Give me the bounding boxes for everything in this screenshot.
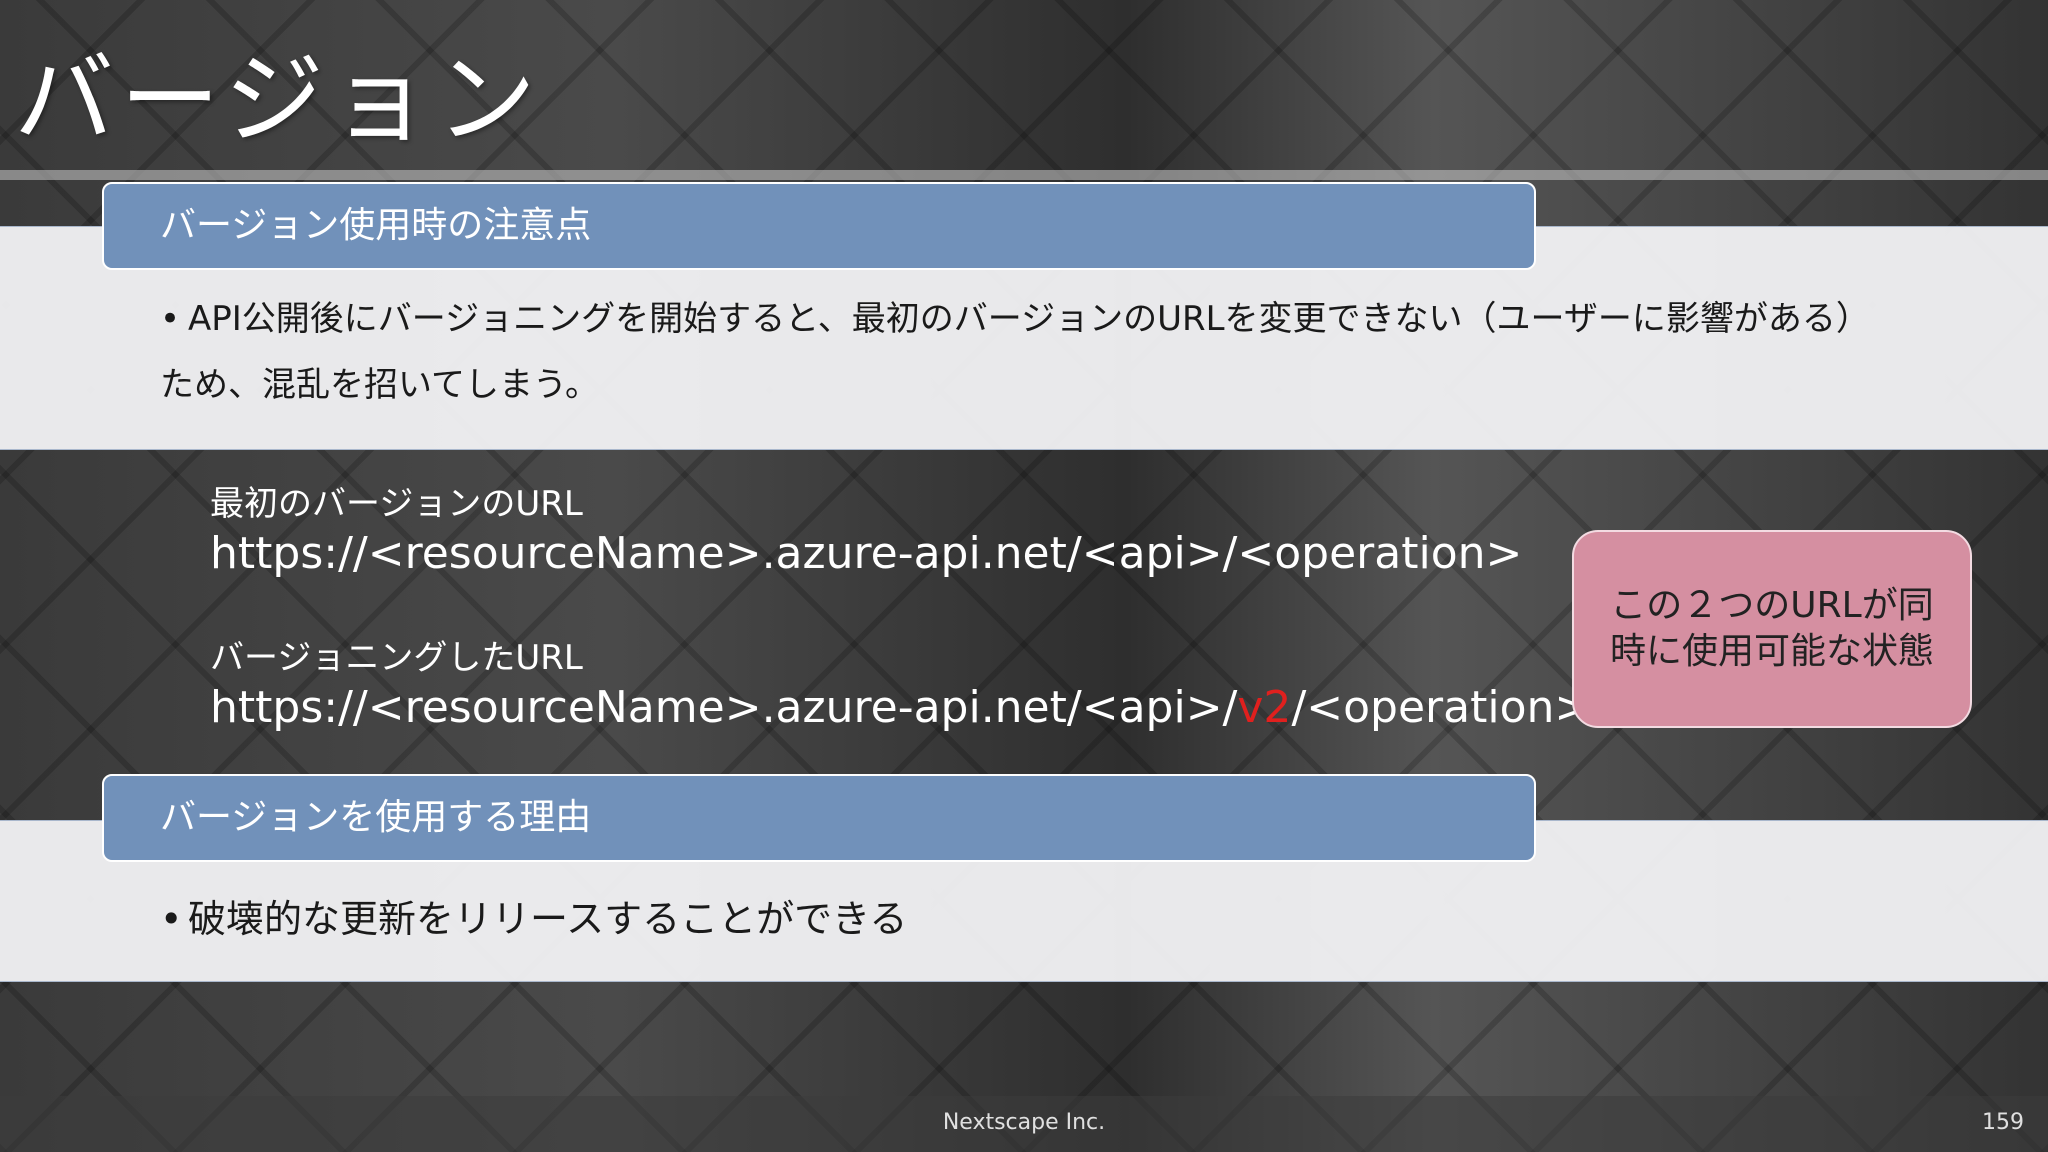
first-url-label: 最初のバージョンのURL <box>210 484 583 524</box>
slide-title: バージョン <box>14 41 542 158</box>
versioned-url-prefix: https://<resourceName>.azure-api.net/<ap… <box>210 682 1238 733</box>
reason-bullet: • 破壊的な更新をリリースすることができる <box>160 886 1900 952</box>
section-header-caution: バージョン使用時の注意点 <box>102 182 1536 270</box>
callout-text: この２つのURLが同時に使用可能な状態 <box>1609 585 1934 672</box>
first-url: https://<resourceName>.azure-api.net/<ap… <box>210 528 1523 579</box>
version-segment: v2 <box>1237 682 1292 733</box>
title-divider <box>0 170 2048 180</box>
caution-bullet: • API公開後にバージョニングを開始すると、最初のバージョンのURLを変更できな… <box>160 286 1900 418</box>
versioned-url-suffix: /<operation> <box>1291 682 1592 733</box>
footer-company: Nextscape Inc. <box>942 1110 1106 1135</box>
bullet-icon: • <box>160 299 181 339</box>
page-number: 159 <box>1982 1110 2024 1135</box>
versioned-url-label: バージョニングしたURL <box>210 638 583 678</box>
versioned-url: https://<resourceName>.azure-api.net/<ap… <box>210 682 1591 733</box>
caution-bullet-text: API公開後にバージョニングを開始すると、最初のバージョンのURLを変更できない… <box>160 299 1870 405</box>
bullet-icon: • <box>160 897 183 941</box>
reason-bullet-text: 破壊的な更新をリリースすることができる <box>188 897 908 941</box>
callout-box: この２つのURLが同時に使用可能な状態 <box>1572 530 1972 728</box>
section-header-reason: バージョンを使用する理由 <box>102 774 1536 862</box>
